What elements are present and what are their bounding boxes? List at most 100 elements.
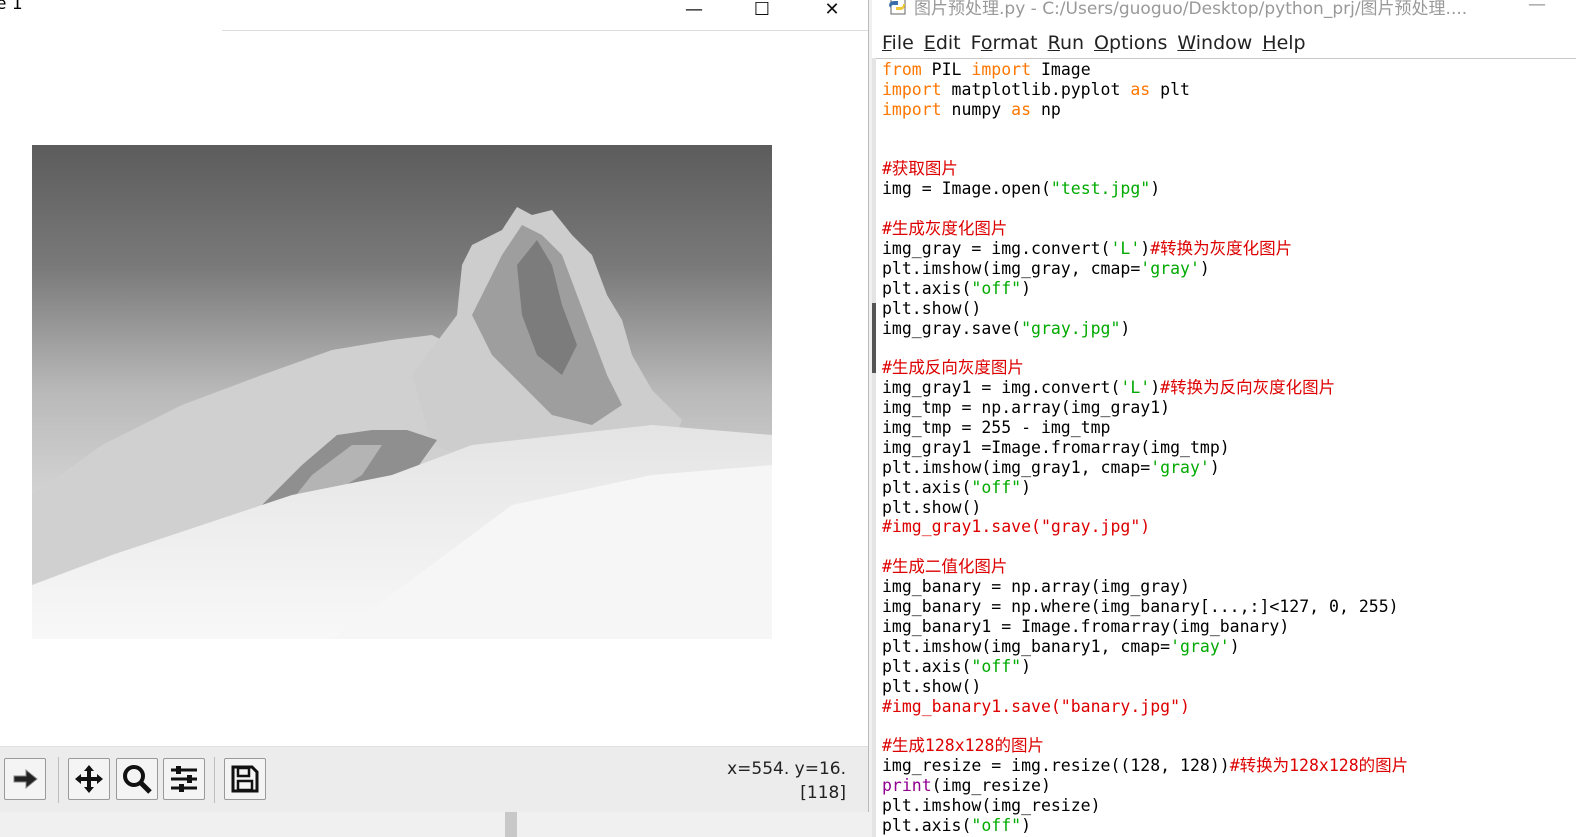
code-token: "off" — [971, 656, 1022, 676]
code-token: plt.imshow(img_gray1, cmap= — [882, 457, 1151, 477]
code-token: import — [882, 99, 942, 119]
configure-subplots-button[interactable] — [163, 758, 205, 800]
code-token: #生成反向灰度图片 — [882, 358, 1024, 378]
idle-minimize-button[interactable]: — — [1528, 0, 1546, 15]
menu-item-run[interactable]: Run — [1043, 30, 1089, 58]
code-token: ) — [1021, 477, 1032, 497]
code-line: #生成灰度化图片 — [882, 219, 1568, 239]
code-line: img_gray1 = img.convert('L')#转换为反向灰度化图片 — [882, 378, 1568, 398]
code-token: #转换为反向灰度化图片 — [1160, 378, 1336, 398]
background-area — [0, 812, 868, 837]
pan-icon — [75, 765, 103, 793]
minimize-button[interactable]: — — [674, 0, 714, 20]
code-token: #生成二值化图片 — [882, 557, 1008, 577]
code-token: matplotlib.pyplot — [941, 79, 1131, 99]
code-token: numpy — [941, 99, 1012, 119]
close-button[interactable]: ✕ — [812, 0, 852, 20]
code-line: plt.show() — [882, 677, 1568, 697]
code-token: ) — [1150, 378, 1161, 398]
code-line: plt.axis("off") — [882, 478, 1568, 498]
code-token: plt.show() — [882, 298, 982, 318]
code-line: plt.imshow(img_gray, cmap='gray') — [882, 259, 1568, 279]
save-icon — [231, 765, 259, 793]
editor-scrollbar[interactable] — [872, 58, 876, 837]
code-line: img_banary1 = Image.fromarray(img_banary… — [882, 617, 1568, 637]
pan-button[interactable] — [68, 758, 110, 800]
code-token: img_gray1 = img.convert( — [882, 378, 1121, 398]
code-token: img_gray.save( — [882, 318, 1022, 338]
code-token: #获取图片 — [882, 159, 958, 179]
idle-editor-window: 图片预处理.py - C:/Users/guoguo/Desktop/pytho… — [872, 0, 1576, 837]
code-line: import matplotlib.pyplot as plt — [882, 80, 1568, 100]
code-token: "off" — [971, 815, 1022, 835]
code-token: print — [882, 776, 932, 796]
code-token: plt.show() — [882, 497, 982, 517]
menu-item-edit[interactable]: Edit — [919, 30, 966, 58]
figure-toolbar: x=554. y=16. [118] — [0, 746, 868, 812]
code-token: plt.axis( — [882, 477, 972, 497]
save-button[interactable] — [224, 758, 266, 800]
menu-item-window[interactable]: Window — [1172, 30, 1257, 58]
menu-item-options[interactable]: Options — [1089, 30, 1172, 58]
zoom-button[interactable] — [116, 758, 158, 800]
idle-title: 图片预处理.py - C:/Users/guoguo/Desktop/pytho… — [914, 0, 1468, 19]
code-line: plt.show() — [882, 498, 1568, 518]
code-token: import — [971, 60, 1032, 79]
code-token: img_tmp = np.array(img_gray1) — [882, 398, 1171, 418]
code-token: plt.axis( — [882, 815, 972, 835]
pixel-value-readout: [118] — [800, 783, 846, 803]
code-line: plt.show() — [882, 299, 1568, 319]
code-line: plt.imshow(img_gray1, cmap='gray') — [882, 458, 1568, 478]
code-token: #生成128x128的图片 — [882, 736, 1044, 756]
code-token: plt — [1150, 79, 1190, 99]
code-token: np — [1031, 99, 1061, 119]
code-token: img_tmp = 255 - img_tmp — [882, 418, 1111, 438]
code-token: as — [1130, 79, 1151, 99]
forward-icon — [13, 768, 38, 790]
python-file-icon — [889, 0, 906, 15]
code-token: 'L' — [1110, 239, 1141, 259]
code-line: from PIL import Image — [882, 60, 1568, 80]
code-token: as — [1011, 99, 1032, 119]
code-line: #生成反向灰度图片 — [882, 358, 1568, 378]
menu-item-file[interactable]: File — [872, 30, 919, 58]
figure-separator — [222, 30, 868, 31]
code-token: "off" — [971, 278, 1022, 298]
forward-button[interactable] — [4, 758, 46, 800]
code-token: img_banary = np.where(img_banary[...,:]<… — [882, 597, 1399, 617]
code-token: plt.imshow(img_resize) — [882, 795, 1101, 815]
code-token: plt.show() — [882, 676, 982, 696]
code-token: 'gray' — [1140, 258, 1200, 278]
code-token: ) — [1140, 239, 1151, 259]
code-line: plt.axis("off") — [882, 657, 1568, 677]
code-token: img_banary1 = Image.fromarray(img_banary… — [882, 616, 1290, 636]
idle-menubar: File Edit Format Run Options Window Help — [872, 30, 1576, 59]
scrollbar-thumb[interactable] — [872, 303, 876, 373]
code-token: import — [882, 79, 942, 99]
code-line: print(img_resize) — [882, 776, 1568, 796]
idle-titlebar: 图片预处理.py - C:/Users/guoguo/Desktop/pytho… — [872, 0, 1576, 30]
figure-window-title: e 1 — [0, 0, 23, 14]
code-token: plt.imshow(img_gray, cmap= — [882, 258, 1141, 278]
code-line: #img_gray1.save("gray.jpg") — [882, 517, 1568, 537]
figure-window: e 1 — ☐ ✕ — [0, 0, 869, 812]
maximize-button[interactable]: ☐ — [742, 0, 782, 20]
code-token: Image — [1031, 60, 1091, 79]
code-token: ) — [1229, 636, 1240, 656]
code-token: ) — [1209, 457, 1220, 477]
code-token: img_gray = img.convert( — [882, 239, 1111, 259]
menu-item-help[interactable]: Help — [1257, 30, 1310, 58]
zoom-icon — [123, 765, 152, 794]
code-line: plt.imshow(img_resize) — [882, 796, 1568, 816]
code-token: ) — [1120, 318, 1131, 338]
toolbar-divider — [58, 757, 59, 803]
code-token: img_gray1 =Image.fromarray(img_tmp) — [882, 437, 1230, 457]
code-editor[interactable]: from PIL import Image import matplotlib.p… — [882, 60, 1568, 836]
menu-item-format[interactable]: Format — [966, 30, 1043, 58]
cursor-coordinates: x=554. y=16. [118] — [727, 757, 846, 805]
